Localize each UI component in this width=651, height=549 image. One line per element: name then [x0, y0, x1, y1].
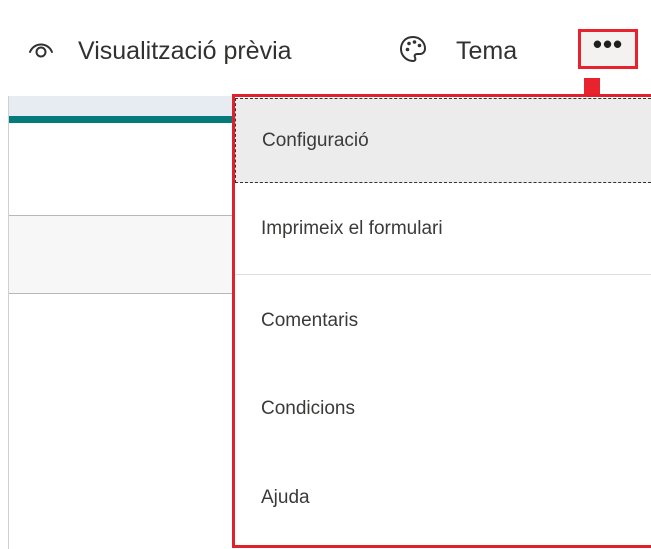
menu-divider	[235, 274, 651, 275]
menu-item-label: Imprimeix el formulari	[261, 218, 443, 239]
eye-icon	[28, 38, 54, 65]
more-options-button[interactable]: •••	[578, 29, 638, 69]
form-left-border	[8, 96, 9, 549]
palette-icon	[398, 34, 428, 69]
menu-item-label: Ajuda	[261, 487, 310, 508]
form-question-placeholder	[9, 216, 233, 293]
menu-item-settings[interactable]: Configuració	[235, 98, 651, 183]
menu-item-help[interactable]: Ajuda	[235, 453, 651, 543]
theme-label: Tema	[456, 36, 518, 65]
menu-item-feedback[interactable]: Comentaris	[235, 277, 651, 365]
theme-button[interactable]: Tema	[398, 28, 517, 74]
form-divider	[9, 215, 233, 216]
menu-item-terms[interactable]: Condicions	[235, 365, 651, 453]
form-divider	[9, 293, 233, 294]
preview-label: Visualització prèvia	[78, 36, 292, 65]
menu-item-print-form[interactable]: Imprimeix el formulari	[235, 185, 651, 273]
menu-item-label: Comentaris	[261, 310, 359, 331]
menu-item-label: Configuració	[262, 129, 369, 151]
menu-item-label: Condicions	[261, 398, 355, 419]
more-options-icon: •••	[592, 29, 624, 59]
form-theme-accent-bar	[9, 116, 233, 123]
more-options-menu: Configuració Imprimeix el formulari Come…	[232, 94, 651, 548]
preview-button[interactable]: Visualització prèvia	[28, 28, 292, 74]
